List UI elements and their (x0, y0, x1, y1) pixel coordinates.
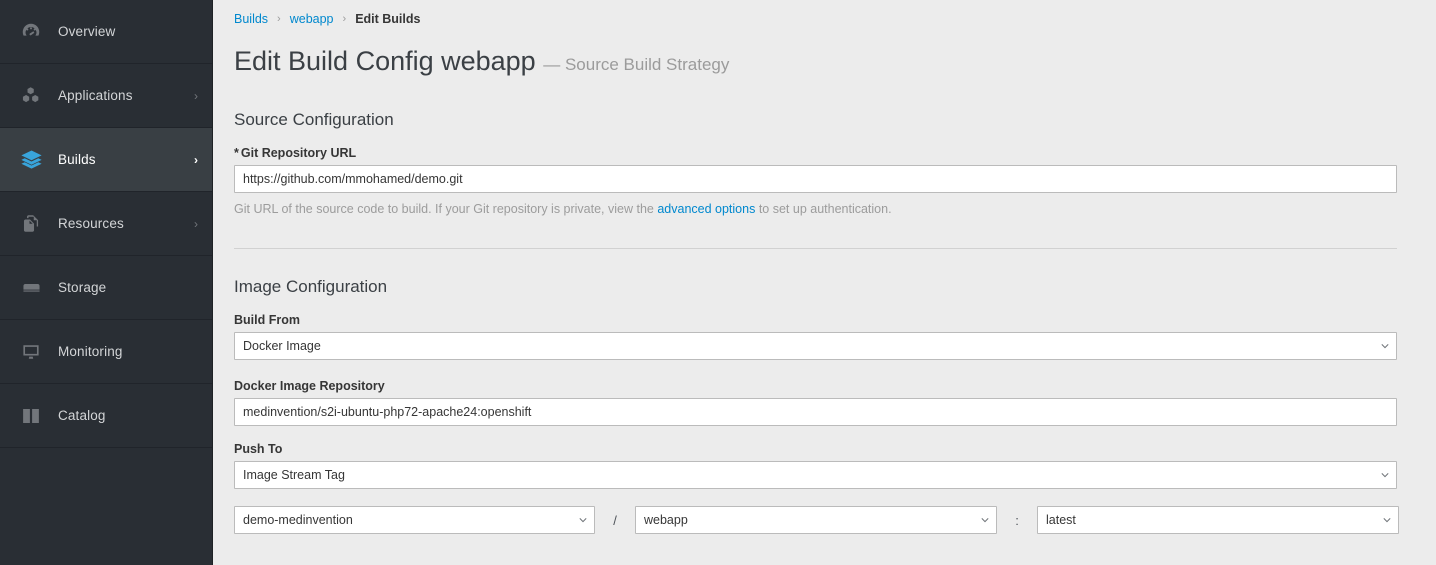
main-content: Builds › webapp › Edit Builds Edit Build… (213, 0, 1436, 565)
breadcrumb-link-builds[interactable]: Builds (234, 12, 268, 26)
sidebar-item-label: Applications (58, 88, 133, 103)
push-to-image-stream-value[interactable]: webapp (635, 506, 997, 534)
build-from-select[interactable]: Docker Image (234, 332, 1397, 360)
sidebar-item-catalog[interactable]: Catalog (0, 384, 212, 448)
section-divider (234, 248, 1397, 249)
sidebar-item-label: Overview (58, 24, 116, 39)
docker-image-repository-label: Docker Image Repository (234, 379, 385, 393)
push-to-label: Push To (234, 442, 283, 456)
primary-sidebar: Overview Applications › Builds › Resourc… (0, 0, 213, 565)
page-title: Edit Build Config webapp — Source Build … (234, 44, 1397, 82)
sidebar-empty-space (0, 448, 212, 565)
chevron-right-icon: › (194, 152, 198, 167)
sidebar-item-monitoring[interactable]: Monitoring (0, 320, 212, 384)
sidebar-item-resources[interactable]: Resources › (0, 192, 212, 256)
page-title-main: Edit Build Config webapp (234, 46, 536, 76)
breadcrumb-link-webapp[interactable]: webapp (290, 12, 334, 26)
namespace-separator: / (613, 512, 617, 528)
sidebar-item-label: Monitoring (58, 344, 123, 359)
breadcrumb-separator-icon: › (277, 13, 281, 25)
sidebar-item-overview[interactable]: Overview (0, 0, 212, 64)
open-book-icon (18, 403, 44, 429)
breadcrumb-separator-icon: › (342, 13, 347, 25)
section-heading-image-configuration: Image Configuration (234, 277, 388, 296)
push-to-namespace-value[interactable]: demo-medinvention (234, 506, 595, 534)
help-text-after: to set up authentication. (755, 202, 892, 216)
breadcrumb-current: Edit Builds (355, 12, 421, 26)
docker-image-repository-input[interactable] (234, 398, 1397, 426)
push-to-select-value[interactable]: Image Stream Tag (234, 461, 1397, 489)
layers-stack-icon (18, 147, 44, 173)
push-to-image-stream-select[interactable]: webapp (635, 506, 997, 534)
chevron-right-icon: › (194, 216, 198, 231)
field-push-to: Push To Image Stream Tag demo-medinventi… (234, 442, 1399, 534)
build-from-label: Build From (234, 313, 300, 327)
help-text-before: Git URL of the source code to build. If … (234, 202, 658, 216)
push-to-select[interactable]: Image Stream Tag (234, 461, 1397, 489)
server-drive-icon (18, 275, 44, 301)
sidebar-item-storage[interactable]: Storage (0, 256, 212, 320)
sidebar-item-label: Resources (58, 216, 124, 231)
field-git-repository-url: *Git Repository URL Git URL of the sourc… (234, 146, 1397, 218)
tag-separator: : (1015, 512, 1019, 528)
push-to-tag-value[interactable]: latest (1037, 506, 1399, 534)
field-build-from: Build From Docker Image (234, 313, 1397, 363)
push-to-destination-row: demo-medinvention / webapp : latest (234, 506, 1399, 534)
breadcrumb: Builds › webapp › Edit Builds (234, 0, 1397, 30)
sidebar-item-builds[interactable]: Builds › (0, 128, 212, 192)
advanced-options-link[interactable]: advanced options (657, 202, 755, 216)
push-to-tag-select[interactable]: latest (1037, 506, 1399, 534)
required-marker: * (234, 146, 239, 160)
monitor-screen-icon (18, 339, 44, 365)
git-repository-url-help-text: Git URL of the source code to build. If … (234, 201, 1397, 218)
field-docker-image-repository: Docker Image Repository (234, 379, 1397, 426)
sidebar-item-label: Storage (58, 280, 107, 295)
section-heading-source-configuration: Source Configuration (234, 110, 394, 129)
git-repository-url-input[interactable] (234, 165, 1397, 193)
page-title-subtitle: — Source Build Strategy (543, 55, 730, 74)
dashboard-gauge-icon (18, 19, 44, 45)
files-copy-icon (18, 211, 44, 237)
sidebar-item-applications[interactable]: Applications › (0, 64, 212, 128)
cubes-icon (18, 83, 44, 109)
sidebar-item-label: Builds (58, 152, 96, 167)
chevron-right-icon: › (194, 88, 198, 103)
git-repository-url-label-text: Git Repository URL (240, 146, 357, 160)
push-to-namespace-select[interactable]: demo-medinvention (234, 506, 595, 534)
git-repository-url-label: * Git Repository URL (234, 146, 1397, 160)
build-from-select-value[interactable]: Docker Image (234, 332, 1397, 360)
sidebar-item-label: Catalog (58, 408, 106, 423)
app-root: Overview Applications › Builds › Resourc… (0, 0, 1436, 565)
